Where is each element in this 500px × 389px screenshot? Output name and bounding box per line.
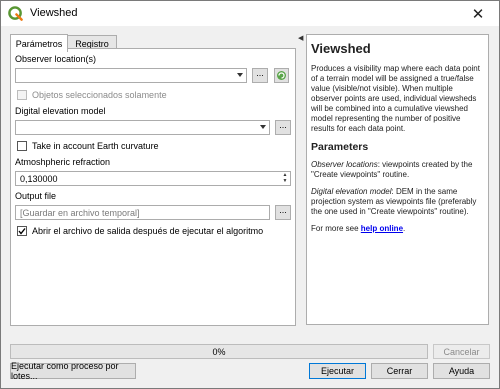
batch-label: Ejecutar como proceso por lotes... (11, 361, 119, 381)
help-dem-desc: Digital elevation model: DEM in the same… (311, 187, 484, 217)
output-file-field[interactable]: [Guardar en archivo temporal] (15, 205, 270, 220)
dem-label: Digital elevation model (15, 106, 106, 116)
help-dem-term: Digital elevation model (311, 187, 392, 196)
output-browse-button[interactable]: ... (275, 205, 291, 220)
earth-curvature-checkbox[interactable] (17, 141, 27, 151)
parameters-panel: Observer location(s) ... Objetos selecci… (10, 48, 296, 326)
chevron-down-icon (237, 73, 243, 77)
title-bar: Viewshed ✕ (1, 1, 499, 26)
output-file-placeholder: [Guardar en archivo temporal] (20, 207, 140, 218)
help-more-suffix: . (403, 224, 406, 233)
open-output-label: Abrir el archivo de salida después de ej… (32, 226, 264, 236)
viewshed-dialog: Viewshed ✕ Parámetros Registro Observer … (0, 0, 500, 389)
earth-curvature-label: Take in account Earth curvature (32, 141, 159, 151)
refraction-spinbox[interactable]: 0,130000 ▲ ▼ (15, 171, 291, 186)
help-title: Viewshed (311, 41, 371, 56)
browse-label: ... (279, 120, 287, 130)
help-observer-term: Observer locations (311, 160, 378, 169)
help-more: For more see help online. (311, 224, 484, 234)
chevron-down-icon (260, 125, 266, 129)
browse-label: ... (279, 205, 287, 215)
batch-process-button[interactable]: Ejecutar como proceso por lotes... (10, 361, 136, 381)
selected-only-label: Objetos seleccionados solamente (32, 90, 167, 100)
run-label: Ejecutar (320, 366, 355, 376)
qgis-logo-icon (8, 6, 23, 21)
cancel-button[interactable]: Cancelar (433, 344, 490, 359)
help-observer-desc: Observer locations: viewpoints created b… (311, 160, 484, 180)
dem-combo[interactable] (15, 120, 270, 135)
progress-text: 0% (212, 346, 226, 357)
open-output-checkbox[interactable] (17, 226, 27, 236)
browse-label: ... (256, 68, 264, 78)
checkmark-icon (18, 228, 26, 235)
help-parameters-heading: Parameters (311, 141, 369, 153)
refraction-label: Atmoshpheric refraction (15, 157, 111, 167)
progress-bar: 0% (10, 344, 428, 359)
output-file-label: Output file (15, 191, 57, 201)
observer-browse-button[interactable]: ... (252, 68, 268, 83)
close-label: Cerrar (386, 366, 413, 376)
window-title: Viewshed (30, 7, 78, 19)
help-more-prefix: For more see (311, 224, 361, 233)
run-button[interactable]: Ejecutar (309, 363, 366, 379)
selected-only-checkbox[interactable] (17, 90, 27, 100)
spin-arrows-icon[interactable]: ▲ ▼ (281, 172, 289, 185)
refraction-value: 0,130000 (20, 173, 58, 184)
tab-label: Parámetros (15, 38, 63, 49)
close-icon[interactable]: ✕ (457, 1, 499, 26)
close-button[interactable]: Cerrar (371, 363, 428, 379)
collapse-arrow-icon[interactable]: ◀ (298, 34, 303, 42)
refresh-icon[interactable] (274, 68, 289, 83)
help-panel: Viewshed Produces a visibility map where… (306, 34, 489, 325)
cancel-label: Cancelar (443, 346, 480, 357)
help-button[interactable]: Ayuda (433, 363, 490, 379)
help-label: Ayuda (448, 366, 475, 376)
observer-location-combo[interactable] (15, 68, 247, 83)
help-online-link[interactable]: help online (361, 224, 403, 233)
dem-browse-button[interactable]: ... (275, 120, 291, 135)
tab-parametros[interactable]: Parámetros (10, 34, 68, 52)
observer-location-label: Observer location(s) (15, 54, 97, 64)
help-intro: Produces a visibility map where each dat… (311, 64, 480, 133)
